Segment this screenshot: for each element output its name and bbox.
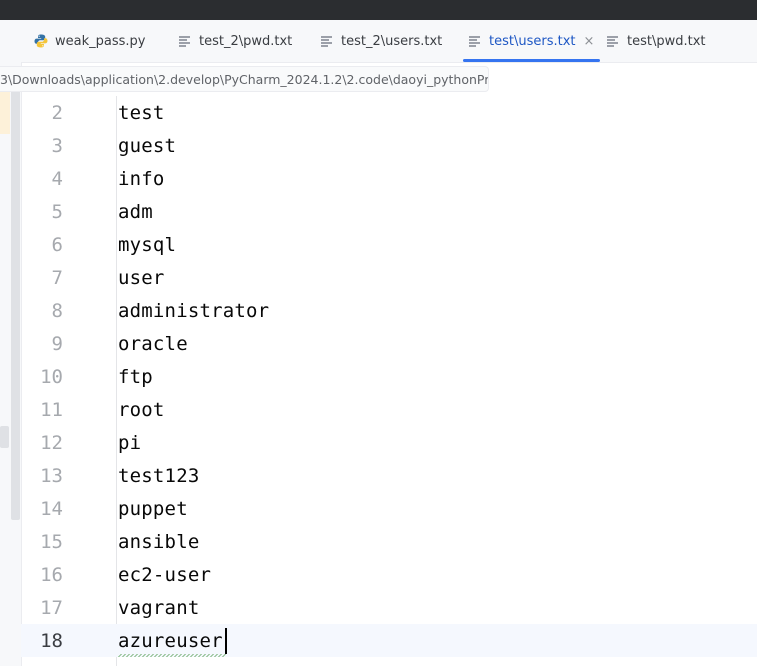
line-text[interactable]: test123 [118,465,199,487]
window-title-bar [0,0,757,20]
line-text[interactable]: root [118,399,165,421]
selection-marker [0,90,10,134]
text-file-icon [319,33,335,49]
line-number: 17 [40,596,63,619]
text-file-icon [177,33,193,49]
editor-line[interactable]: 11 root [21,393,757,426]
editor-tab-bar: weak_pass.py test_2\pwd.txt test_2\users… [21,20,757,63]
tab-label: test\users.txt [489,33,576,49]
tab-test-2-users-txt[interactable]: test_2\users.txt [319,20,442,62]
line-text[interactable]: oracle [118,333,188,355]
line-number: 12 [40,431,63,454]
editor-line[interactable]: 5 adm [21,195,757,228]
line-text[interactable]: ansible [118,531,199,553]
line-text[interactable]: puppet [118,498,188,520]
editor-line[interactable]: 6 mysql [21,228,757,261]
scrollbar-thumb[interactable] [0,426,9,448]
tab-test-pwd-txt[interactable]: test\pwd.txt [605,20,706,62]
line-text[interactable]: ec2-user [118,564,211,586]
editor-line[interactable]: 14 puppet [21,492,757,525]
active-tab-indicator [463,59,601,62]
line-number: 13 [40,464,63,487]
text-caret [225,628,227,654]
editor-line[interactable]: 13 test123 [21,459,757,492]
line-number: 6 [51,233,63,256]
editor-line[interactable]: 17 vagrant [21,591,757,624]
line-text[interactable]: info [118,168,165,190]
line-number: 16 [40,563,63,586]
line-number: 4 [51,167,63,190]
code-editor[interactable]: 2 test 3 guest 4 info 5 adm 6 mysql 7 user 8 administ… [21,96,757,666]
tab-label: test_2\pwd.txt [199,33,293,49]
editor-line[interactable]: 9 oracle [21,327,757,360]
file-path-tooltip: 3\Downloads\application\2.develop\PyChar… [0,66,489,92]
python-file-icon [33,33,49,49]
editor-line[interactable]: 2 test [21,96,757,129]
typo-underline [118,654,226,657]
left-gutter-panel [0,20,22,666]
line-number: 10 [40,365,63,388]
line-number: 14 [40,497,63,520]
line-text[interactable]: azureuser [118,630,223,652]
line-number: 5 [51,200,63,223]
line-text[interactable]: ftp [118,366,153,388]
editor-line[interactable]: 8 administrator [21,294,757,327]
editor-line[interactable]: 4 info [21,162,757,195]
line-text[interactable]: pi [118,432,141,454]
editor-line[interactable]: 12 pi [21,426,757,459]
tab-weak-pass-py[interactable]: weak_pass.py [33,20,145,62]
editor-line[interactable]: 3 guest [21,129,757,162]
close-icon[interactable]: × [584,34,595,49]
line-text[interactable]: user [118,267,165,289]
line-number: 11 [40,398,63,421]
line-number: 15 [40,530,63,553]
line-number: 2 [51,101,63,124]
editor-line[interactable]: 18 azureuser [21,624,757,657]
text-file-icon [467,33,483,49]
line-text[interactable]: mysql [118,234,176,256]
tab-label: test\pwd.txt [627,33,706,49]
line-text[interactable]: adm [118,201,153,223]
tab-label: weak_pass.py [55,33,146,49]
line-text[interactable]: administrator [118,300,269,322]
line-number: 9 [51,332,63,355]
line-number: 3 [51,134,63,157]
editor-line[interactable]: 10 ftp [21,360,757,393]
line-text[interactable]: test [118,102,165,124]
editor-line[interactable]: 16 ec2-user [21,558,757,591]
line-number: 8 [51,299,63,322]
editor-line[interactable]: 7 user [21,261,757,294]
line-text[interactable]: vagrant [118,597,199,619]
tab-test-users-txt[interactable]: test\users.txt × [463,20,601,62]
editor-line[interactable]: 15 ansible [21,525,757,558]
scrollbar-track[interactable] [11,88,20,520]
text-file-icon [605,33,621,49]
line-number: 7 [51,266,63,289]
line-text[interactable]: guest [118,135,176,157]
tab-label: test_2\users.txt [341,33,443,49]
line-number: 18 [40,629,63,652]
tab-test-2-pwd-txt[interactable]: test_2\pwd.txt [177,20,292,62]
